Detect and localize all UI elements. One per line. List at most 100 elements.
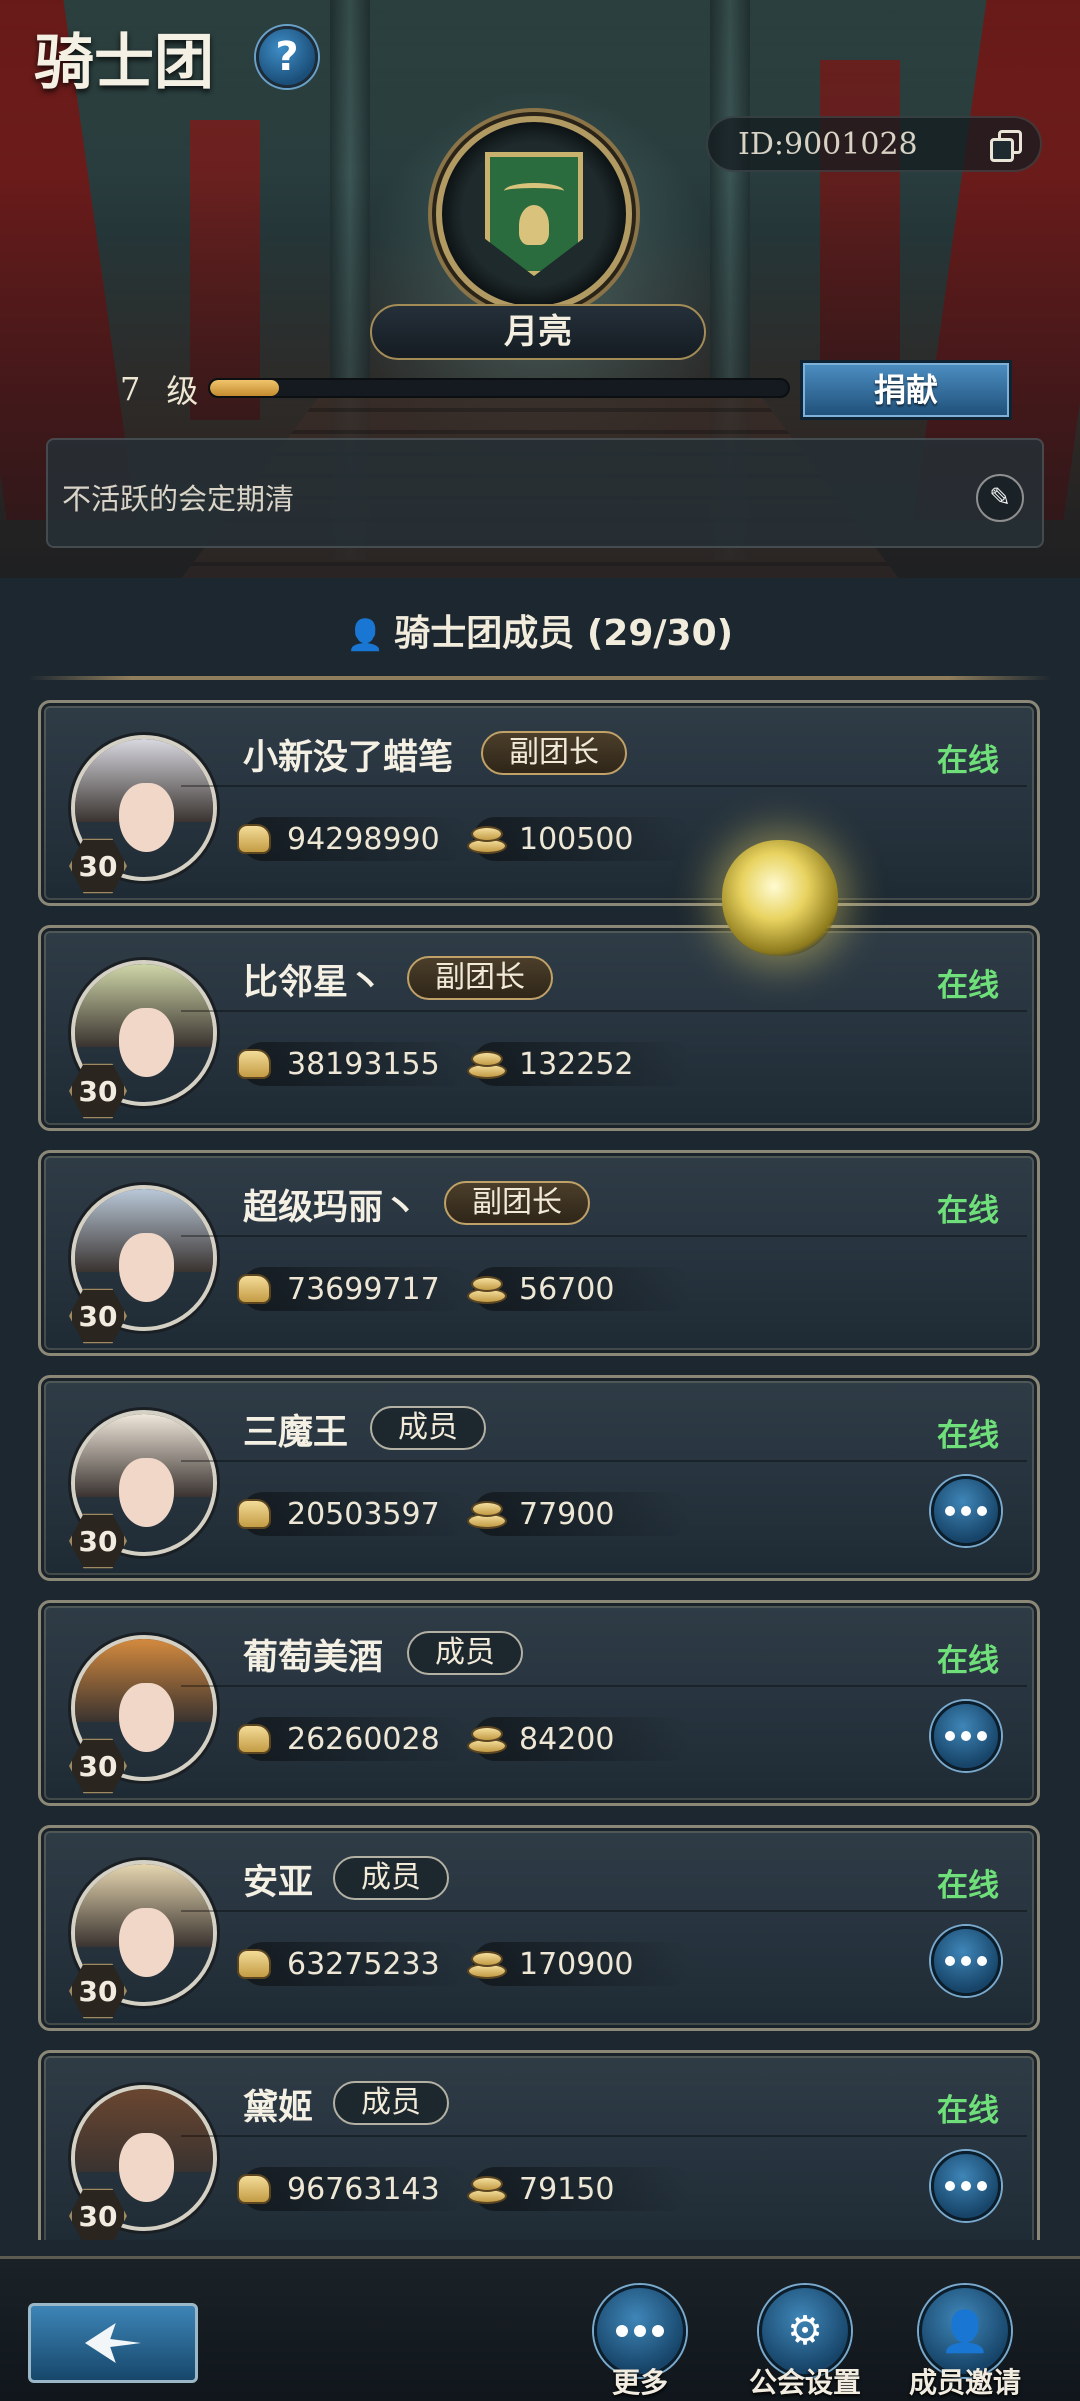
member-status: 在线 <box>937 968 999 1004</box>
power-fist-icon <box>235 1497 275 1531</box>
member-status: 在线 <box>937 1418 999 1454</box>
member-more-button[interactable] <box>931 1476 1001 1546</box>
power-fist-icon <box>235 1047 275 1081</box>
power-value: 20503597 <box>287 1496 440 1532</box>
member-status: 在线 <box>937 1868 999 1904</box>
coin-stack-icon <box>467 1047 507 1081</box>
guild-notice: 不活跃的会定期清 ✎ <box>46 438 1044 548</box>
guild-level: 7 级 <box>120 366 198 412</box>
member-contribution: 84200 <box>469 1717 693 1761</box>
coin-stack-icon <box>467 1947 507 1981</box>
shield-icon <box>485 152 583 276</box>
notice-text: 不活跃的会定期清 <box>62 482 295 516</box>
member-card[interactable]: 30 小新没了蜡笔 副团长 在线 94298990 100500 <box>38 700 1040 906</box>
member-contribution: 100500 <box>469 817 693 861</box>
power-value: 38193155 <box>287 1046 440 1082</box>
help-button[interactable]: ? <box>256 26 318 88</box>
bottom-toolbar: 更多 ⚙ 公会设置 👤 成员邀请 <box>0 2256 1080 2401</box>
divider <box>28 676 1052 680</box>
member-more-button[interactable] <box>931 2151 1001 2221</box>
member-card[interactable]: 30 三魔王 成员 在线 20503597 77900 <box>38 1375 1040 1581</box>
invite-member-button[interactable]: 👤 成员邀请 <box>900 2285 1030 2401</box>
more-button[interactable]: 更多 <box>580 2285 700 2401</box>
member-contribution: 77900 <box>469 1492 693 1536</box>
guild-id-text: ID:9001028 <box>738 126 918 162</box>
member-name: 比邻星丶 <box>243 962 384 1003</box>
member-power: 26260028 <box>239 1717 471 1761</box>
level-number: 7 <box>120 370 141 408</box>
member-name: 葡萄美酒 <box>243 1637 384 1678</box>
member-card[interactable]: 30 葡萄美酒 成员 在线 26260028 84200 <box>38 1600 1040 1806</box>
contribution-value: 56700 <box>519 1271 615 1307</box>
member-contribution: 56700 <box>469 1267 693 1311</box>
power-value: 94298990 <box>287 821 440 857</box>
coin-stack-icon <box>467 822 507 856</box>
member-role-tag: 成员 <box>333 1856 449 1900</box>
power-value: 73699717 <box>287 1271 440 1307</box>
contribution-value: 84200 <box>519 1721 615 1757</box>
guild-exp-bar <box>208 378 790 398</box>
contribution-value: 79150 <box>519 2171 615 2207</box>
member-role-tag: 成员 <box>370 1406 486 1450</box>
member-power: 73699717 <box>239 1267 471 1311</box>
more-label: 更多 <box>611 2366 668 2399</box>
member-status: 在线 <box>937 743 999 779</box>
invite-label: 成员邀请 <box>908 2366 1021 2399</box>
member-contribution: 170900 <box>469 1942 693 1986</box>
donate-button[interactable]: 捐献 <box>800 360 1012 420</box>
members-icon: 👤 <box>346 618 385 653</box>
member-status: 在线 <box>937 1193 999 1229</box>
member-status: 在线 <box>937 2093 999 2129</box>
member-name: 超级玛丽丶 <box>243 1187 419 1228</box>
member-power: 94298990 <box>239 817 471 861</box>
member-role-tag: 副团长 <box>407 956 553 1000</box>
contribution-value: 77900 <box>519 1496 615 1532</box>
member-role-tag: 副团长 <box>481 731 627 775</box>
member-name: 小新没了蜡笔 <box>243 737 454 778</box>
power-fist-icon <box>235 1722 275 1756</box>
member-role-tag: 副团长 <box>444 1181 590 1225</box>
member-contribution: 79150 <box>469 2167 693 2211</box>
member-card[interactable]: 30 黛姬 成员 在线 96763143 79150 <box>38 2050 1040 2240</box>
power-value: 63275233 <box>287 1946 440 1982</box>
coin-stack-icon <box>467 1722 507 1756</box>
coin-stack-icon <box>467 1272 507 1306</box>
member-list[interactable]: 30 小新没了蜡笔 副团长 在线 94298990 100500 30 比邻星丶… <box>0 700 1080 2240</box>
edit-notice-icon[interactable]: ✎ <box>976 474 1024 522</box>
members-section-title: 👤 骑士团成员 (29/30) <box>346 613 734 654</box>
member-role-tag: 成员 <box>333 2081 449 2125</box>
member-card[interactable]: 30 安亚 成员 在线 63275233 170900 <box>38 1825 1040 2031</box>
copy-icon[interactable] <box>990 130 1022 162</box>
guild-name: 月亮 <box>370 304 706 360</box>
guild-settings-button[interactable]: ⚙ 公会设置 <box>740 2285 870 2401</box>
power-fist-icon <box>235 1272 275 1306</box>
guild-id-pill: ID:9001028 <box>706 116 1042 172</box>
member-name: 三魔王 <box>243 1412 349 1453</box>
contribution-value: 100500 <box>519 821 634 857</box>
power-value: 96763143 <box>287 2171 440 2207</box>
member-more-button[interactable] <box>931 1926 1001 1996</box>
member-name: 安亚 <box>243 1862 314 1903</box>
power-fist-icon <box>235 822 275 856</box>
level-unit: 级 <box>166 372 199 410</box>
back-arrow-icon <box>85 2323 141 2363</box>
member-role-tag: 成员 <box>407 1631 523 1675</box>
back-button[interactable] <box>28 2303 198 2383</box>
power-fist-icon <box>235 1947 275 1981</box>
page-title: 骑士团 <box>34 28 214 98</box>
guild-hall-header: 骑士团 ? ID:9001028 月亮 7 级 捐献 不活跃的会定期清 ✎ <box>0 0 1080 578</box>
guild-emblem[interactable] <box>436 116 632 312</box>
member-power: 63275233 <box>239 1942 471 1986</box>
guild-exp-fill <box>210 380 280 396</box>
member-card[interactable]: 30 比邻星丶 副团长 在线 38193155 132252 <box>38 925 1040 1131</box>
contribution-value: 132252 <box>519 1046 634 1082</box>
member-power: 38193155 <box>239 1042 471 1086</box>
floating-orb[interactable] <box>722 840 838 956</box>
power-value: 26260028 <box>287 1721 440 1757</box>
member-power: 20503597 <box>239 1492 471 1536</box>
coin-stack-icon <box>467 2172 507 2206</box>
member-power: 96763143 <box>239 2167 471 2211</box>
member-more-button[interactable] <box>931 1701 1001 1771</box>
member-card[interactable]: 30 超级玛丽丶 副团长 在线 73699717 56700 <box>38 1150 1040 1356</box>
member-status: 在线 <box>937 1643 999 1679</box>
